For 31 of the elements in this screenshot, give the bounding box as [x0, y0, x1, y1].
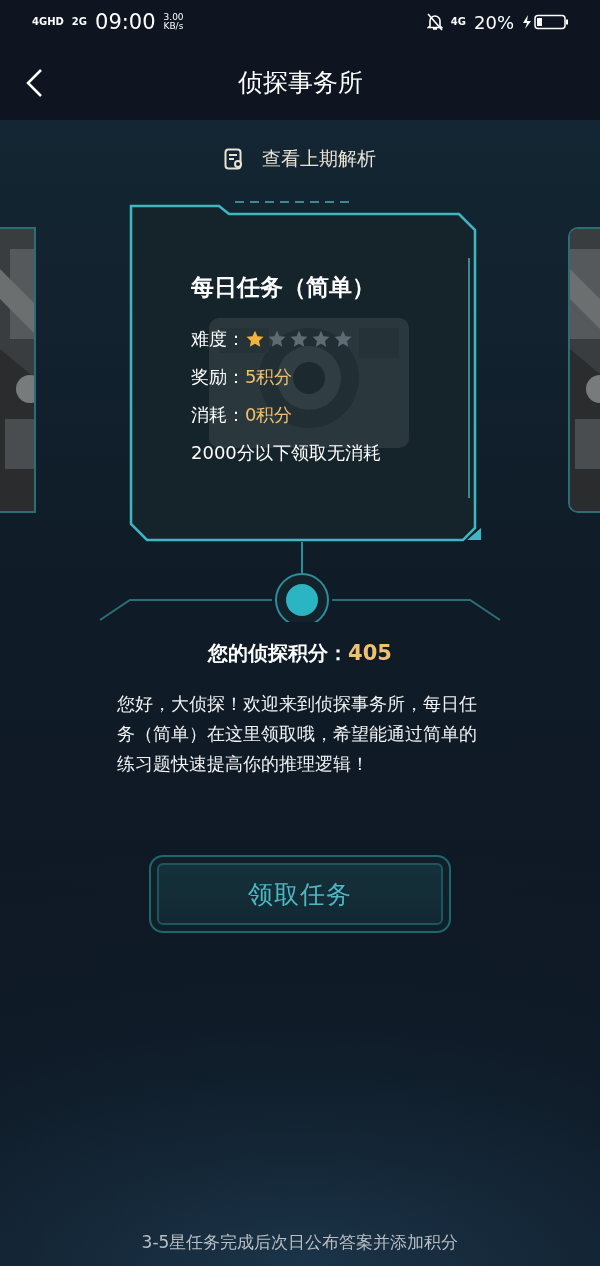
- card-title: 每日任务（简单）: [191, 273, 376, 302]
- star-icon: [289, 329, 309, 349]
- footer-note: 3-5星任务完成后次日公布答案并添加积分: [141, 1231, 459, 1254]
- star-icon: [311, 329, 331, 349]
- difficulty-label: 难度：: [191, 327, 245, 351]
- page-title: 侦探事务所: [237, 66, 363, 99]
- history-link[interactable]: 查看上期解析: [224, 146, 376, 172]
- speed-value: 3.00: [163, 13, 184, 22]
- battery-percent: 20%: [474, 11, 514, 33]
- battery-charging-icon: [522, 14, 570, 30]
- score-value: 405: [348, 641, 392, 665]
- score-label: 您的侦探积分：: [208, 640, 349, 667]
- intro-text: 您好，大侦探！欢迎来到侦探事务所，每日任务（简单）在这里领取哦，希望能通过简单的练习题快速提高你的推理逻辑！: [117, 692, 478, 776]
- document-search-icon: [224, 148, 244, 170]
- reward-label: 奖励：: [191, 365, 245, 389]
- corner-mark: [467, 528, 481, 540]
- network-label: 4GHD: [32, 17, 64, 27]
- network-label: 2G: [71, 17, 87, 27]
- reward-value: 5积分: [245, 365, 293, 389]
- back-icon[interactable]: [24, 68, 44, 98]
- claim-task-button[interactable]: 领取任务: [149, 855, 451, 933]
- card-note: 2000分以下领取无消耗: [191, 441, 382, 465]
- star-icon: [267, 329, 287, 349]
- star-icon: [245, 329, 265, 349]
- cost-value: 0积分: [245, 403, 293, 427]
- cost-label: 消耗：: [191, 403, 245, 427]
- clock: 09:00: [95, 10, 156, 34]
- star-icon: [333, 329, 353, 349]
- bell-off-icon: [426, 13, 443, 31]
- network-label: 4G: [450, 17, 466, 27]
- speed-unit: KB/s: [163, 22, 184, 31]
